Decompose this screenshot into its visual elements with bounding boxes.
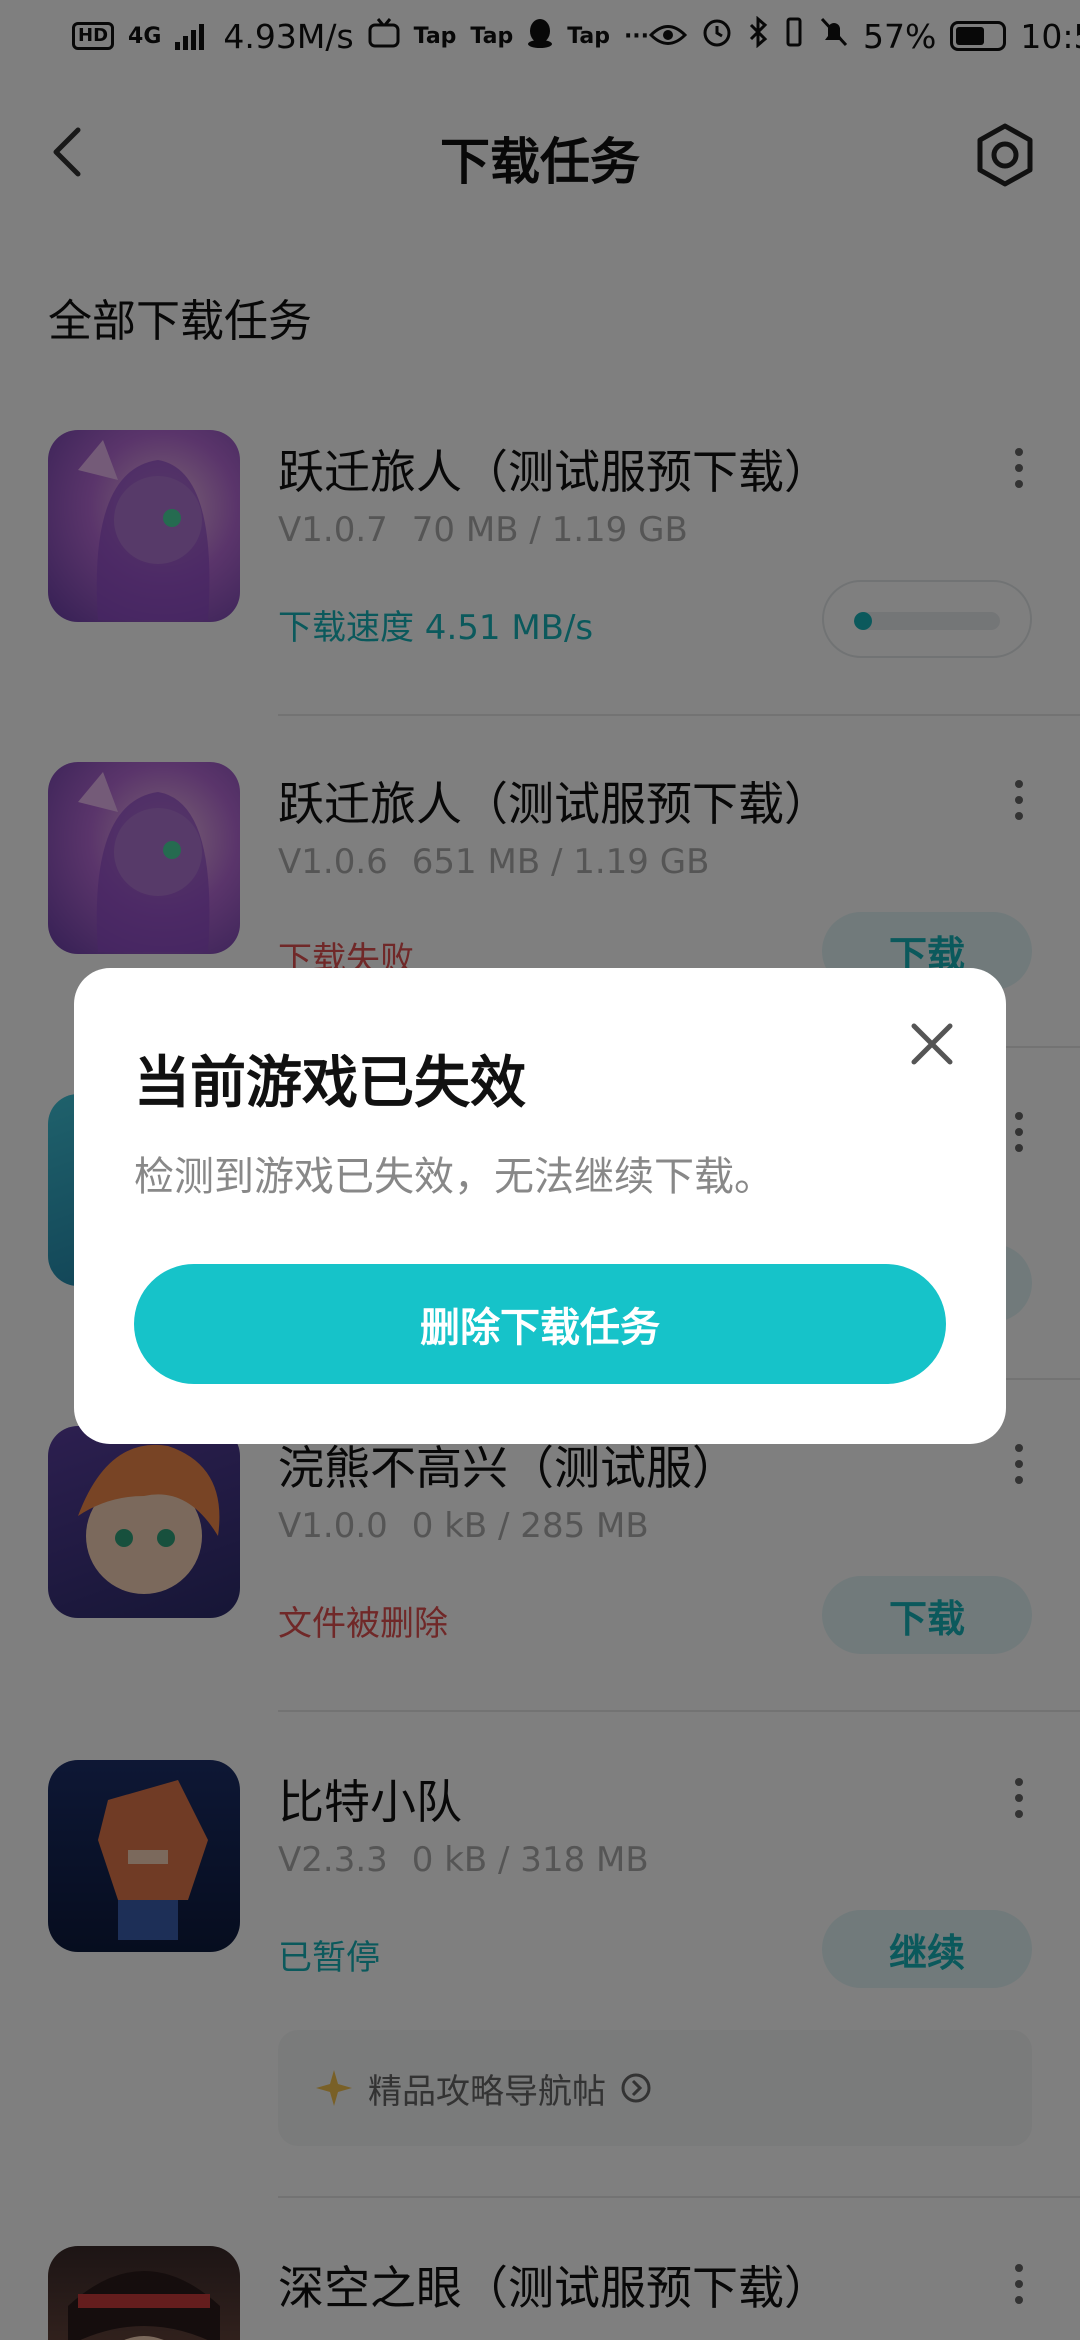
delete-task-button[interactable]: 删除下载任务 <box>134 1264 946 1384</box>
close-button[interactable] <box>908 1020 956 1068</box>
invalid-game-dialog: 当前游戏已失效 检测到游戏已失效，无法继续下载。 删除下载任务 <box>74 968 1006 1444</box>
close-icon <box>911 1023 953 1065</box>
dialog-title: 当前游戏已失效 <box>134 1051 526 1116</box>
dialog-message: 检测到游戏已失效，无法继续下载。 <box>134 1154 774 1200</box>
